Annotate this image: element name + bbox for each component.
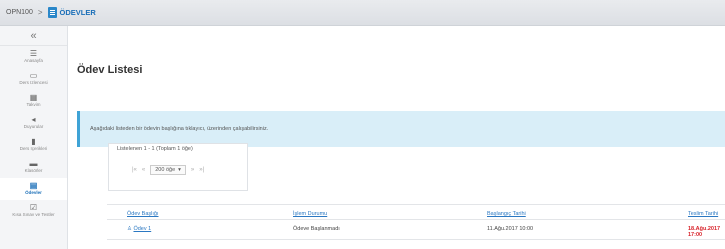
- sidebar: « ☰ Anasayfa ▭ Ders Izlencesi ▦ Takvim ◂…: [0, 26, 68, 249]
- sidebar-item-anasayfa[interactable]: ☰ Anasayfa: [0, 46, 67, 68]
- sidebar-item-label: Anasayfa: [24, 58, 43, 64]
- breadcrumb-root[interactable]: OPN100: [6, 9, 33, 16]
- info-text: Aşağıdaki listeden bir ödevin başlığına …: [90, 126, 269, 132]
- sidebar-item-kisa-sinav[interactable]: ☑ Kısa Sınav ve Testler: [0, 200, 67, 222]
- next-page-button[interactable]: »: [191, 167, 194, 173]
- page-size-value: 200 öğe: [155, 167, 176, 173]
- start-date-cell: 11.Ağu.2017 10:00: [487, 226, 534, 232]
- sidebar-item-ders-izlencesi[interactable]: ▭ Ders Izlencesi: [0, 68, 67, 90]
- pager-summary: Listelenen 1 - 1 (Toplam 1 öğe): [117, 146, 193, 152]
- sidebar-item-label: Klasörler: [24, 168, 43, 174]
- sidebar-item-label: Ödevler: [25, 190, 42, 196]
- breadcrumb-current: ÖDEVLER: [59, 8, 96, 17]
- sidebar-item-label: Ders Izlencesi: [19, 80, 48, 86]
- collapse-sidebar-button[interactable]: «: [0, 26, 67, 46]
- assignment-title-link[interactable]: Ödev 1: [133, 226, 151, 232]
- column-header-start[interactable]: Başlangıç Tarihi: [487, 211, 526, 217]
- prev-page-button[interactable]: «: [142, 167, 145, 173]
- sidebar-item-odevler[interactable]: ▤ Ödevler: [0, 178, 67, 200]
- user-icon: ♙: [127, 226, 132, 232]
- column-header-status[interactable]: İşlem Durumu: [293, 211, 327, 217]
- sidebar-item-ders-icerikleri[interactable]: ▮ Ders Içerikleri: [0, 134, 67, 156]
- pager-controls: |« « 200 öğe ▾ » »|: [132, 165, 204, 175]
- page-size-select[interactable]: 200 öğe ▾: [150, 165, 186, 175]
- folder-icon: ▬: [29, 159, 38, 169]
- sidebar-item-label: Duyurular: [23, 124, 44, 130]
- info-alert: Aşağıdaki listeden bir ödevin başlığına …: [77, 111, 725, 147]
- sidebar-item-label: Ders Içerikleri: [19, 146, 48, 152]
- table-header: Ödev Başlığı İşlem Durumu Başlangıç Tari…: [107, 204, 725, 220]
- book-open-icon: ▭: [29, 71, 38, 81]
- breadcrumb-bar: OPN100 > ÖDEVLER: [0, 0, 725, 26]
- list-icon: ☰: [29, 49, 38, 59]
- book-icon: [47, 7, 57, 18]
- status-cell: Ödeve Başlanmadı: [293, 226, 340, 232]
- column-header-due[interactable]: Teslim Tarihi: [688, 211, 718, 217]
- sidebar-item-takvim[interactable]: ▦ Takvim: [0, 90, 67, 112]
- assignment-title-cell[interactable]: ♙ Ödev 1: [127, 226, 151, 232]
- checkbox-icon: ☑: [29, 203, 38, 213]
- sidebar-item-duyurular[interactable]: ◂ Duyurular: [0, 112, 67, 134]
- sidebar-item-label: Takvim: [26, 102, 41, 108]
- page-title: Ödev Listesi: [77, 64, 143, 76]
- due-date-cell: 18.Ağu.2017 17:00: [688, 226, 721, 238]
- last-page-button[interactable]: »|: [199, 167, 204, 173]
- sidebar-item-klasorler[interactable]: ▬ Klasörler: [0, 156, 67, 178]
- column-header-title[interactable]: Ödev Başlığı: [127, 211, 159, 217]
- table-row: ♙ Ödev 1 Ödeve Başlanmadı 11.Ağu.2017 10…: [107, 220, 725, 240]
- main-content: Ödev Listesi Aşağıdaki listeden bir ödev…: [68, 26, 725, 249]
- chevron-down-icon: ▾: [178, 167, 181, 173]
- megaphone-icon: ◂: [31, 115, 36, 125]
- sidebar-item-label: Kısa Sınav ve Testler: [12, 212, 55, 218]
- calendar-icon: ▦: [29, 93, 38, 103]
- first-page-button[interactable]: |«: [132, 167, 137, 173]
- breadcrumb-separator: >: [37, 8, 43, 17]
- folder-icon: ▮: [31, 137, 36, 147]
